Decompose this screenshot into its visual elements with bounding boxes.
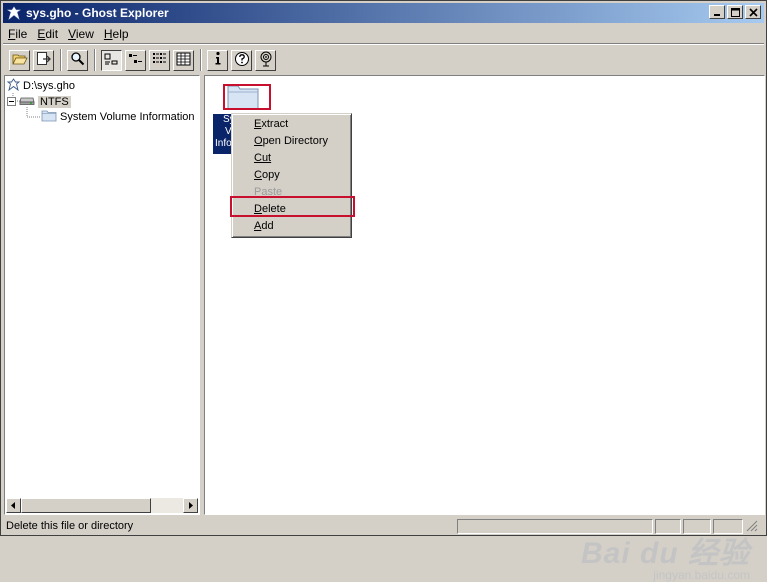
extract-button[interactable] — [33, 49, 54, 71]
menu-item-add[interactable]: Add — [234, 218, 349, 235]
large-icons-button[interactable] — [101, 49, 122, 71]
connect-button[interactable] — [255, 49, 276, 71]
scroll-left-button[interactable] — [6, 498, 21, 513]
menu-help-label: elp — [112, 26, 129, 41]
help-button[interactable] — [231, 49, 252, 71]
tree-item-ntfs[interactable]: NTFS — [7, 94, 71, 109]
status-bar: Delete this file or directory — [3, 517, 764, 535]
ghost-explorer-window: sys.gho - Ghost Explorer File Edit View … — [0, 0, 767, 582]
properties-button[interactable] — [207, 49, 228, 71]
toolbar-separator — [60, 49, 62, 71]
open-folder-icon — [11, 52, 28, 69]
tree-item-system-volume[interactable]: System Volume Information — [41, 109, 195, 125]
info-icon — [212, 51, 224, 69]
tree-pane[interactable]: D:\sys.gho NTFS System Volume Informatio… — [4, 75, 200, 515]
extract-icon — [36, 51, 52, 69]
find-button[interactable] — [67, 49, 88, 71]
menu-item-label: xtract — [261, 118, 289, 130]
network-icon — [258, 51, 274, 70]
list-button[interactable] — [149, 49, 170, 71]
menu-view-mnemonic: V — [68, 26, 76, 41]
toolbar-separator — [200, 49, 202, 71]
search-icon — [70, 51, 85, 69]
menu-item-label: opy — [261, 169, 280, 181]
menu-bar: File Edit View Help — [3, 24, 764, 43]
menu-edit-label: dit — [45, 26, 59, 41]
ghost-app-icon — [6, 5, 22, 21]
tree-partition-label: NTFS — [38, 95, 71, 108]
baidu-watermark: Bai du 经验 jingyan.baidu.com — [581, 528, 750, 582]
close-button[interactable] — [745, 5, 761, 19]
details-button[interactable] — [173, 49, 194, 71]
open-button[interactable] — [9, 49, 30, 71]
tree-root-label: D:\sys.gho — [23, 80, 75, 92]
status-panel — [457, 518, 653, 534]
horizontal-scrollbar[interactable] — [6, 498, 198, 513]
menu-separator — [3, 43, 764, 45]
menu-item-extract[interactable]: Extract — [234, 116, 349, 133]
title-bar[interactable]: sys.gho - Ghost Explorer — [3, 3, 764, 23]
tree-item-root[interactable]: D:\sys.gho — [6, 78, 75, 94]
scroll-thumb[interactable] — [21, 498, 151, 513]
menu-help-mnemonic: H — [103, 26, 113, 41]
ghost-image-icon — [6, 78, 21, 94]
scroll-right-button[interactable] — [183, 498, 198, 513]
menu-view-label: iew — [75, 26, 94, 41]
list-view-icon — [152, 52, 167, 69]
status-panel — [713, 518, 743, 534]
folder-icon — [41, 109, 57, 125]
menu-help[interactable]: Help — [99, 27, 134, 41]
resize-grip[interactable] — [745, 519, 760, 534]
menu-file-label: ile — [15, 26, 28, 41]
status-panel — [683, 518, 711, 534]
status-panel — [655, 518, 681, 534]
status-text: Delete this file or directory — [6, 520, 134, 532]
mnemonic: O — [254, 135, 263, 147]
menu-item-cut[interactable]: Cut — [234, 150, 349, 167]
maximize-button[interactable] — [727, 5, 743, 19]
menu-item-open-directory[interactable]: Open Directory — [234, 133, 349, 150]
menu-item-label: pen Directory — [262, 135, 328, 147]
menu-edit[interactable]: Edit — [32, 27, 63, 41]
folder-highlight-annotation — [223, 84, 271, 110]
minimize-button[interactable] — [709, 5, 725, 19]
drive-icon — [19, 95, 35, 108]
menu-item-label: dd — [261, 220, 274, 232]
small-icons-button[interactable] — [125, 49, 146, 71]
context-menu: Extract Open Directory Cut Copy Paste De… — [231, 113, 352, 238]
tree-child-label: System Volume Information — [60, 111, 195, 123]
details-view-icon — [176, 52, 191, 69]
large-icons-view-icon — [104, 52, 119, 69]
toolbar-separator — [94, 49, 96, 71]
menu-file[interactable]: File — [3, 27, 32, 41]
mnemonic: C — [254, 169, 262, 181]
small-icons-view-icon — [128, 52, 143, 69]
toolbar — [3, 46, 764, 74]
collapse-toggle-icon[interactable] — [7, 97, 16, 106]
scroll-track[interactable] — [151, 498, 183, 513]
window-title: sys.gho - Ghost Explorer — [26, 6, 169, 20]
help-icon — [234, 51, 250, 70]
menu-item-label: Cut — [254, 152, 272, 164]
menu-item-copy[interactable]: Copy — [234, 167, 349, 184]
menu-view[interactable]: View — [63, 27, 99, 41]
delete-highlight-annotation — [230, 196, 355, 217]
